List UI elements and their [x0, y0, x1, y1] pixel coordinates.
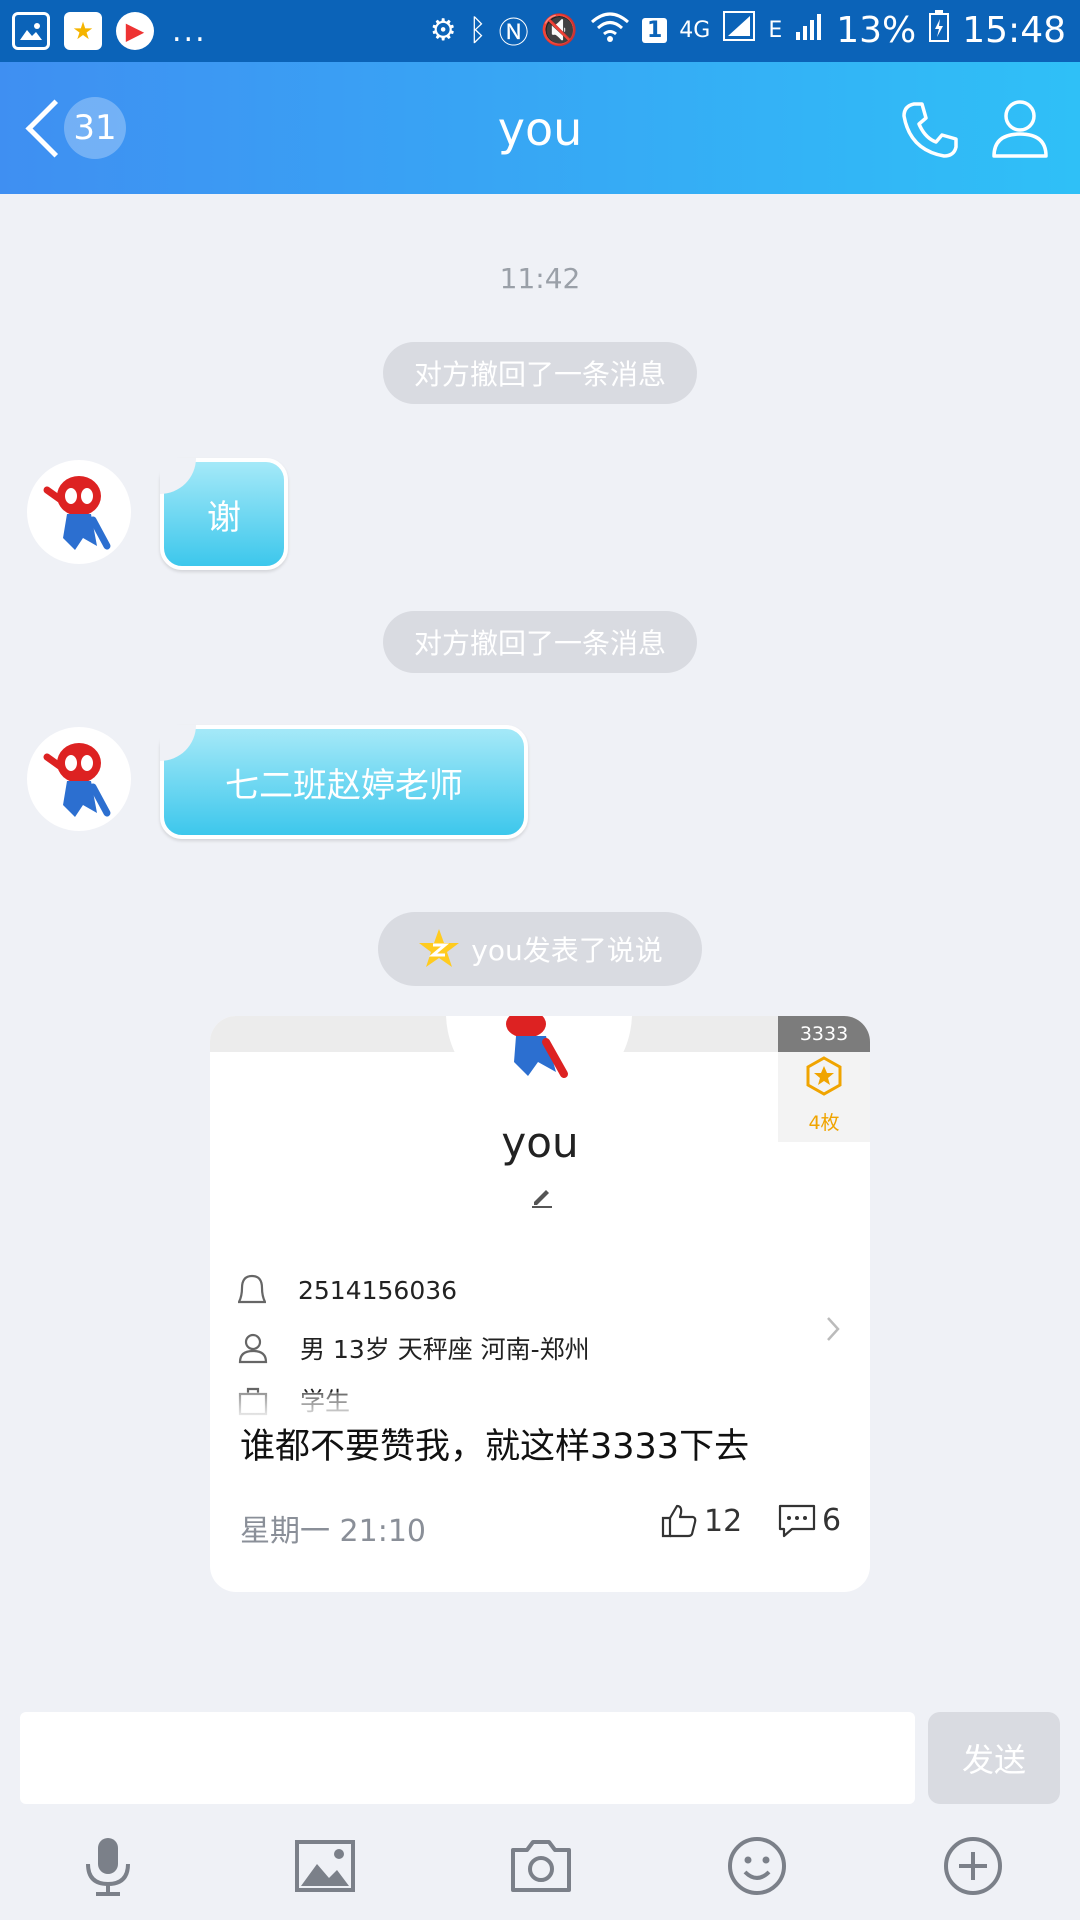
qzone-star-icon	[419, 929, 460, 967]
network-4g-label: 4G	[679, 17, 711, 43]
post-time: 星期一 21:10	[240, 1514, 426, 1549]
battery-percent: 13%	[836, 9, 917, 51]
signal-icon-2	[794, 10, 824, 51]
qzone-notification-icon: ★	[64, 12, 102, 50]
qq-number: 2514156036	[298, 1275, 458, 1305]
qq-number-row: 2514156036	[238, 1268, 457, 1312]
status-bar-system: ⚙ ᛒ Ⓝ 🔇 1 4G E 13% 15:48	[430, 8, 1066, 52]
wifi-icon	[590, 10, 630, 50]
chat-header: 31 you	[0, 62, 1080, 194]
profile-row[interactable]: 男 13岁 天秤座 河南-郑州	[238, 1326, 590, 1370]
mute-icon: 🔇	[540, 12, 578, 48]
person-icon[interactable]	[988, 96, 1052, 160]
qzone-notice-text: you发表了说说	[471, 934, 663, 967]
user-icon	[238, 1333, 268, 1364]
penguin-icon	[238, 1274, 266, 1304]
recall-notice: 对方撤回了一条消息	[383, 342, 697, 404]
message-timestamp: 11:42	[499, 262, 581, 295]
clock: 15:48	[962, 9, 1066, 51]
phone-icon[interactable]	[898, 98, 962, 162]
avatar[interactable]	[27, 460, 131, 564]
mic-icon[interactable]	[76, 1834, 140, 1898]
edit-icon	[532, 1190, 552, 1208]
sim-badge: 1	[641, 17, 668, 43]
qzone-notice[interactable]: you发表了说说	[378, 912, 702, 986]
like-count[interactable]: 12	[660, 1503, 742, 1539]
camera-icon[interactable]	[509, 1834, 573, 1898]
thumbs-up-icon	[661, 1504, 697, 1538]
nfc-icon: Ⓝ	[498, 16, 529, 51]
avatar[interactable]	[27, 727, 131, 831]
card-avatar	[446, 1016, 632, 1106]
more-notifications: ...	[172, 13, 207, 49]
like-count-value: 12	[704, 1503, 743, 1539]
message-bubble[interactable]: 谢	[160, 458, 288, 570]
send-button[interactable]: 发送	[928, 1712, 1060, 1804]
bluetooth-icon: ᛒ	[468, 12, 487, 48]
recall-notice: 对方撤回了一条消息	[383, 611, 697, 673]
signal-icon-1	[722, 10, 756, 51]
post-text: 谁都不要赞我，就这样3333下去	[240, 1427, 750, 1467]
qzone-post-card[interactable]: 3333 4枚 you 2514156036 男 13岁 天秤座 河南-郑州 学…	[210, 1016, 870, 1592]
medal-count: 3333	[778, 1016, 870, 1052]
comment-count[interactable]: 6	[778, 1503, 841, 1538]
plus-icon[interactable]	[941, 1834, 1005, 1898]
message-input[interactable]	[20, 1712, 915, 1804]
comment-icon	[778, 1504, 816, 1537]
message-bubble[interactable]: 七二班赵婷老师	[160, 725, 528, 839]
battery-icon	[928, 9, 950, 52]
video-notification-icon: ▶	[116, 12, 154, 50]
status-bar: ★ ▶ ... ⚙ ᛒ Ⓝ 🔇 1 4G E 13% 15:48	[0, 0, 1080, 62]
debug-icon: ⚙	[429, 12, 457, 48]
card-name: you	[501, 1118, 579, 1167]
network-e-label: E	[768, 17, 783, 43]
gallery-notification-icon	[12, 12, 50, 50]
medal-icon	[806, 1056, 842, 1096]
image-icon[interactable]	[293, 1834, 357, 1898]
comment-count-value: 6	[822, 1503, 842, 1538]
profile-line: 男 13岁 天秤座 河南-郑州	[300, 1335, 590, 1364]
chevron-right-icon[interactable]	[820, 1316, 846, 1342]
status-bar-notifications: ★ ▶ ...	[12, 12, 207, 50]
emoji-icon[interactable]	[725, 1834, 789, 1898]
